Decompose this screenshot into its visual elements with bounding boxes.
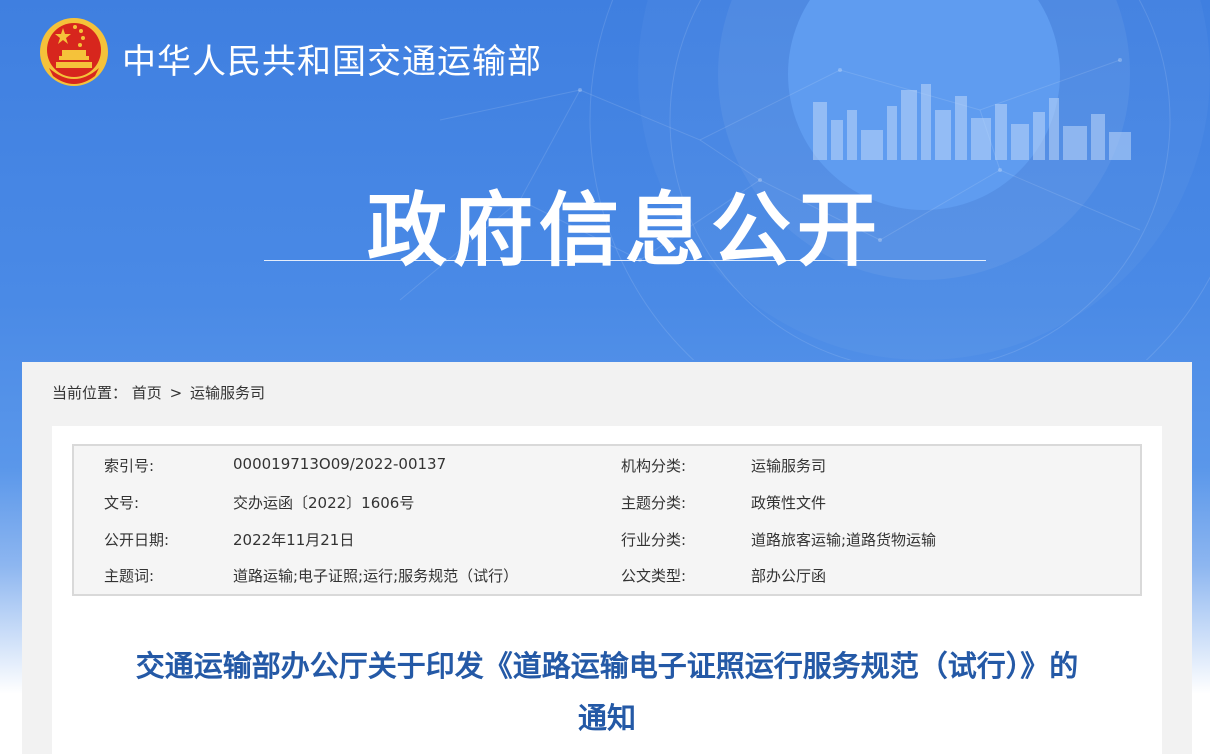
metadata-key: 公文类型: (621, 567, 687, 585)
city-skyline (813, 84, 1131, 160)
breadcrumb-label: 当前位置： (52, 384, 128, 402)
breadcrumb-home-link[interactable]: 首页 (132, 384, 162, 402)
breadcrumb-current-link[interactable]: 运输服务司 (190, 384, 265, 402)
document-title-line-1: 交通运输部办公厅关于印发《道路运输电子证照运行服务规范（试行）》的 (135, 649, 1079, 683)
article-container: 索引号: 000019713O09/2022-00137 机构分类: 运输服务司… (52, 426, 1162, 754)
metadata-key: 行业分类: (621, 531, 687, 549)
page-title: 政府信息公开 (367, 184, 883, 277)
document-metadata-table: 索引号: 000019713O09/2022-00137 机构分类: 运输服务司… (72, 444, 1142, 596)
metadata-value: 交办运函〔2022〕1606号 (233, 494, 415, 512)
ministry-name[interactable]: 中华人民共和国交通运输部 (122, 34, 542, 83)
metadata-key: 机构分类: (621, 457, 687, 475)
metadata-row: 文号: 交办运函〔2022〕1606号 主题分类: 政策性文件 (74, 483, 1140, 519)
breadcrumb: 当前位置： 首页 > 运输服务司 (52, 382, 265, 403)
breadcrumb-separator: > (169, 384, 183, 402)
document-title: 交通运输部办公厅关于印发《道路运输电子证照运行服务规范（试行）》的 通知 (52, 640, 1162, 744)
metadata-value: 000019713O09/2022-00137 (233, 455, 447, 473)
metadata-value: 道路旅客运输;道路货物运输 (751, 531, 937, 549)
metadata-value: 道路运输;电子证照;运行;服务规范（试行） (233, 567, 519, 585)
metadata-row: 公开日期: 2022年11月21日 行业分类: 道路旅客运输;道路货物运输 (74, 520, 1140, 556)
document-title-line-2: 通知 (577, 701, 636, 735)
metadata-key: 文号: (104, 494, 140, 512)
content-panel: 当前位置： 首页 > 运输服务司 索引号: 000019713O09/2022-… (22, 362, 1192, 754)
metadata-value: 运输服务司 (751, 457, 827, 475)
metadata-value: 2022年11月21日 (233, 531, 355, 549)
metadata-key: 公开日期: (104, 531, 170, 549)
national-emblem-icon (40, 18, 108, 86)
metadata-row: 主题词: 道路运输;电子证照;运行;服务规范（试行） 公文类型: 部办公厅函 (74, 556, 1140, 592)
metadata-key: 主题分类: (621, 494, 687, 512)
metadata-row: 索引号: 000019713O09/2022-00137 机构分类: 运输服务司 (74, 446, 1140, 482)
metadata-key: 索引号: (104, 457, 155, 475)
metadata-key: 主题词: (104, 567, 155, 585)
metadata-value: 部办公厅函 (751, 567, 827, 585)
metadata-value: 政策性文件 (751, 494, 827, 512)
title-divider (264, 260, 986, 261)
